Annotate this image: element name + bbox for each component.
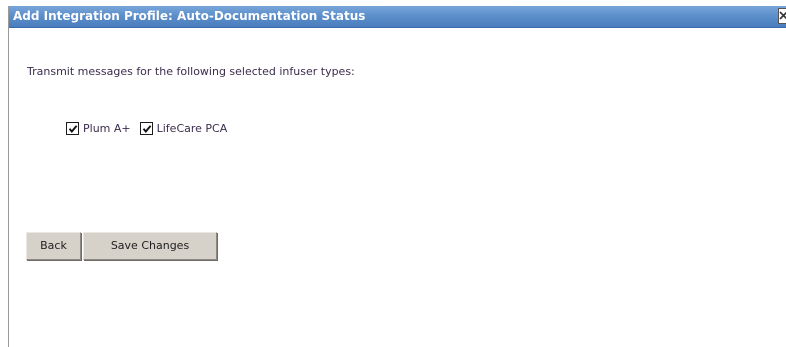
close-icon[interactable] [778, 8, 786, 24]
save-changes-button[interactable]: Save Changes [83, 232, 217, 260]
checkmark-icon [142, 124, 151, 133]
lifecare-pca-checkbox[interactable] [139, 121, 153, 135]
dialog-title: Add Integration Profile: Auto-Documentat… [13, 9, 366, 23]
checkmark-icon [68, 124, 78, 133]
infuser-type-options: Plum A+ LifeCare PCA [66, 120, 236, 136]
infuser-option-lifecare-pca[interactable]: LifeCare PCA [139, 121, 228, 135]
dialog-titlebar: Add Integration Profile: Auto-Documentat… [9, 6, 786, 28]
back-button[interactable]: Back [26, 232, 81, 260]
plum-checkbox[interactable] [66, 121, 79, 135]
plum-label: Plum A+ [83, 121, 131, 135]
infuser-option-plum[interactable]: Plum A+ [66, 121, 131, 135]
auto-documentation-dialog: Add Integration Profile: Auto-Documentat… [8, 6, 786, 347]
instruction-text: Transmit messages for the following sele… [27, 65, 355, 78]
lifecare-pca-label: LifeCare PCA [156, 121, 228, 135]
